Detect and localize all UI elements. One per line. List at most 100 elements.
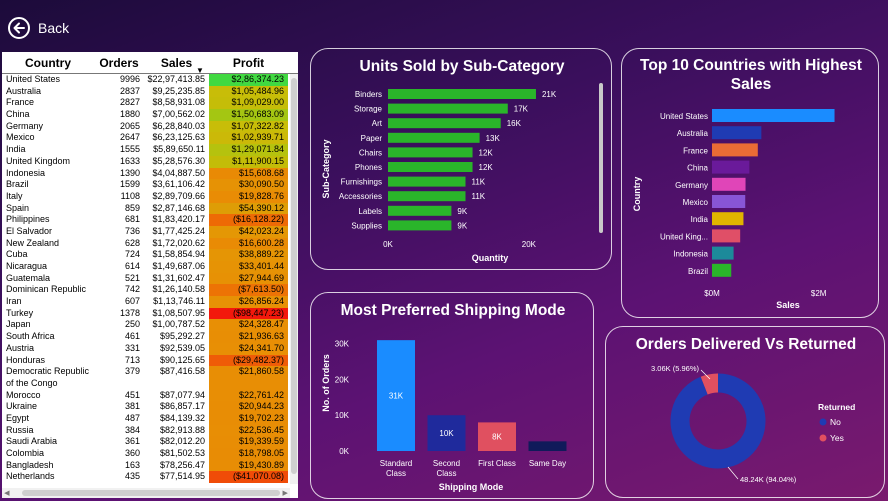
y-tick-label: 10K [335, 411, 350, 420]
table-row[interactable]: Philippines 681 $1,83,420.17 ($16,128.22) [2, 214, 298, 226]
table-row[interactable]: United States 9996 $22,97,413.85 $2,86,374.… [2, 74, 298, 86]
vertical-scrollbar[interactable] [290, 74, 298, 484]
cell-profit: $22,761.42 [209, 389, 288, 402]
table-row[interactable]: Cuba 724 $1,58,854.94 $38,889.22 [2, 249, 298, 261]
table-row[interactable]: Australia 2837 $9,25,235.85 $1,05,484.96 [2, 85, 298, 98]
cell-country: Netherlands [6, 471, 55, 482]
cell-orders: 9996 [119, 74, 140, 84]
cell-country: China [6, 109, 30, 120]
cell-country: Japan [6, 319, 31, 330]
cell-orders: 361 [124, 436, 140, 447]
cell-orders: 742 [124, 284, 140, 295]
table-row[interactable]: Russia 384 $82,913.88 $22,536.45 [2, 424, 298, 437]
table-row[interactable]: Nicaragua 614 $1,49,687.06 $33,401.44 [2, 261, 298, 273]
scroll-thumb[interactable] [291, 78, 297, 474]
cell-country: Dominican Republic [6, 284, 87, 295]
bar [388, 103, 508, 114]
cell-country: New Zealand [6, 237, 60, 248]
cell-orders: 1108 [120, 190, 140, 201]
table-row[interactable]: France 2827 $8,58,931.08 $1,09,029.00 [2, 97, 298, 110]
cell-country: United States [6, 74, 61, 84]
table-row[interactable]: Colombia 360 $81,502.53 $18,798.05 [2, 448, 298, 460]
table-row[interactable]: Bangladesh 163 $78,256.47 $19,430.89 [2, 459, 298, 472]
cell-profit: $19,430.89 [209, 459, 288, 472]
table-row[interactable]: Turkey 1378 $1,08,507.95 ($98,447.23) [2, 307, 298, 320]
header-sales[interactable]: Sales ▼ [144, 56, 209, 75]
category-label: United States [660, 112, 708, 121]
donut-slice [670, 373, 766, 469]
header-profit[interactable]: Profit [209, 56, 288, 70]
bar [712, 229, 741, 243]
table-row[interactable]: Italy 1108 $2,89,709.66 $19,828.76 [2, 190, 298, 203]
country-table[interactable]: Country Orders Sales ▼ Profit United Stat… [2, 52, 298, 498]
x-axis-label: Quantity [472, 253, 509, 263]
table-row[interactable]: Japan 250 $1,00,787.52 $24,328.47 [2, 319, 298, 332]
cell-sales: $1,13,746.11 [153, 296, 205, 307]
cell-sales: $5,28,576.30 [152, 155, 205, 166]
table-row[interactable]: Honduras 713 $90,125.65 ($29,482.37) [2, 354, 298, 367]
table-row[interactable]: Austria 331 $92,539.05 $24,341.70 [2, 342, 298, 355]
table-row[interactable]: Netherlands 435 $77,514.95 ($41,070.08) [2, 471, 298, 484]
table-row[interactable]: Morocco 451 $87,077.94 $22,761.42 [2, 389, 298, 402]
data-label: 9K [457, 221, 467, 230]
cell-country: Germany [6, 120, 44, 131]
y-tick-label: 0K [339, 447, 349, 456]
cell-country: Colombia [6, 448, 45, 459]
cell-country: Guatemala [6, 272, 51, 283]
table-row[interactable]: Indonesia 1390 $4,04,887.50 $15,608.68 [2, 167, 298, 180]
table-row[interactable]: Brazil 1599 $3,61,106.42 $30,090.50 [2, 179, 298, 191]
table-row[interactable]: Germany 2065 $6,28,840.03 $1,07,322.82 [2, 120, 298, 133]
cell-sales: $1,49,687.06 [152, 261, 205, 271]
x-tick-label: $0M [704, 289, 720, 298]
header-country[interactable]: Country [2, 56, 94, 70]
x-tick-label: 0K [383, 240, 393, 249]
table-row[interactable]: United Kingdom 1633 $5,28,576.30 $1,11,900.… [2, 155, 298, 168]
cell-sales: $1,77,425.24 [152, 225, 205, 236]
cell-country: United Kingdom [6, 155, 71, 166]
cell-sales: $82,012.20 [159, 436, 205, 447]
cell-profit: $1,50,683.09 [209, 109, 288, 121]
scroll-right-icon[interactable]: ▶ [280, 489, 290, 497]
table-row[interactable]: Ukraine 381 $86,857.17 $20,944.23 [2, 401, 298, 413]
scroll-left-icon[interactable]: ◀ [2, 489, 12, 497]
category-label: Indonesia [673, 250, 708, 259]
cell-country: Brazil [6, 179, 29, 190]
table-row[interactable]: Spain 859 $2,87,146.68 $54,390.12 [2, 202, 298, 215]
bar [388, 162, 473, 172]
data-label: 11K [472, 178, 486, 187]
back-button[interactable]: Back [8, 17, 69, 39]
y-tick-label: 30K [335, 340, 350, 349]
table-row[interactable]: South Africa 461 $95,292.27 $21,936.63 [2, 331, 298, 343]
bar [712, 177, 746, 191]
table-row[interactable]: Egypt 487 $84,139.32 $19,702.23 [2, 412, 298, 425]
back-arrow-icon [8, 17, 30, 39]
table-row[interactable]: Saudi Arabia 361 $82,012.20 $19,339.59 [2, 436, 298, 449]
data-label: 12K [479, 148, 494, 157]
table-row[interactable]: Guatemala 521 $1,31,602.47 $27,944.69 [2, 272, 298, 285]
table-row[interactable]: Democratic Republic of the Congo 379 $87,4… [2, 366, 298, 390]
table-row[interactable]: Iran 607 $1,13,746.11 $26,856.24 [2, 296, 298, 308]
table-row[interactable]: New Zealand 628 $1,72,020.62 $16,600.28 [2, 237, 298, 250]
cell-country: El Salvador [6, 225, 53, 236]
cell-profit: $22,536.45 [209, 424, 288, 437]
data-label: 11K [472, 192, 486, 201]
chart-scrollbar[interactable] [599, 83, 603, 233]
table-row[interactable]: Mexico 2647 $6,23,125.63 $1,02,939.71 [2, 132, 298, 145]
table-row[interactable]: India 1555 $5,89,650.11 $1,29,071.84 [2, 144, 298, 156]
x-tick-label: Standard [380, 459, 412, 468]
leader-line [727, 466, 739, 480]
cell-country: Russia [6, 424, 34, 435]
cell-profit: $15,608.68 [209, 167, 288, 180]
bar [388, 191, 466, 202]
scroll-thumb[interactable] [21, 490, 281, 496]
header-orders[interactable]: Orders [94, 56, 144, 70]
table-row[interactable]: Dominican Republic 742 $1,26,140.58 ($7,613… [2, 284, 298, 297]
category-label: Paper [361, 134, 383, 143]
units-sold-chart: Units Sold by Sub-Category Binders 21K Sto… [321, 58, 603, 263]
table-row[interactable]: El Salvador 736 $1,77,425.24 $42,023.24 [2, 225, 298, 238]
category-label: Binders [355, 90, 382, 99]
y-axis-label: Country [632, 177, 642, 212]
table-row[interactable]: China 1880 $7,00,562.02 $1,50,683.09 [2, 109, 298, 121]
chart-title: Units Sold by Sub-Category [360, 58, 565, 75]
horizontal-scrollbar[interactable]: ◀ ▶ [2, 488, 290, 498]
